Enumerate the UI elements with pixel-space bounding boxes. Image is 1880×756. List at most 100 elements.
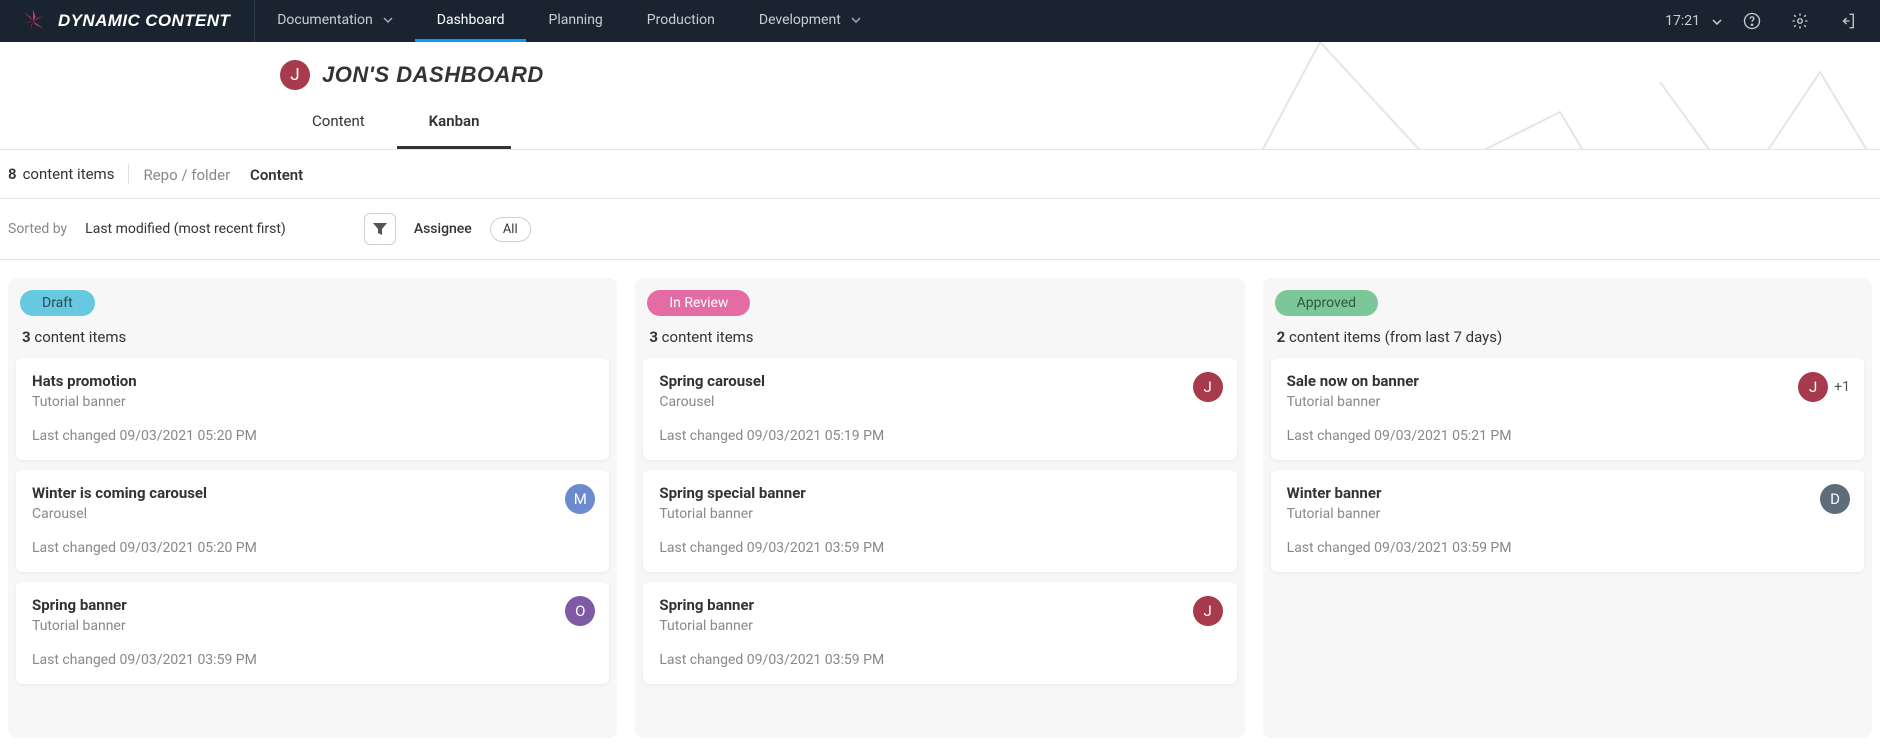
column-status-badge: In Review [647, 290, 750, 316]
total-count: 8 content items [8, 165, 114, 183]
brand[interactable]: DYNAMIC CONTENT [0, 0, 255, 42]
card-title: Spring banner [659, 596, 1220, 614]
nav-item-documentation[interactable]: Documentation [255, 0, 415, 42]
card-last-changed: Last changed 09/03/2021 03:59 PM [659, 652, 1220, 668]
card-last-changed: Last changed 09/03/2021 03:59 PM [32, 652, 593, 668]
card-assignees: O [565, 596, 595, 626]
breadcrumb: Repo / folder Content [143, 165, 303, 184]
tab-kanban[interactable]: Kanban [397, 104, 512, 149]
filter-icon [373, 223, 387, 235]
nav-item-label: Documentation [277, 12, 373, 28]
topbar-right: 17:21 [1665, 0, 1880, 42]
brand-logo-icon [20, 8, 46, 34]
chevron-down-icon [851, 17, 861, 23]
nav-item-planning[interactable]: Planning [526, 0, 624, 42]
card-last-changed: Last changed 09/03/2021 05:20 PM [32, 428, 593, 444]
kanban-card[interactable]: Hats promotion Tutorial banner Last change… [16, 358, 609, 460]
kanban-card[interactable]: Spring special bannerTutorial bannerLast… [643, 470, 1236, 572]
card-assignees: M [565, 484, 595, 514]
header-bg-art [1180, 42, 1880, 150]
column-count-number: 2 [1277, 328, 1286, 346]
card-type: Tutorial banner [1287, 394, 1848, 410]
main-nav: Documentation Dashboard Planning Production… [255, 0, 883, 42]
column-count: 3 content items [16, 328, 609, 358]
card-type: Tutorial banner [659, 506, 1220, 522]
kanban-card[interactable]: Sale now on banner Tutorial banner Last ch… [1271, 358, 1864, 460]
card-type: Tutorial banner [32, 394, 593, 410]
total-count-label: content items [23, 165, 115, 183]
kanban-column-draft: Draft 3 content items Hats promotion Tutori… [8, 278, 617, 738]
settings-button[interactable] [1782, 0, 1818, 42]
kanban-card[interactable]: Spring banner Tutorial banner Last changed… [16, 582, 609, 684]
card-title: Winter is coming carousel [32, 484, 593, 502]
card-assignees: J +1 [1798, 372, 1850, 402]
card-type: Tutorial banner [659, 618, 1220, 634]
breadcrumb-root[interactable]: Repo / folder [143, 166, 230, 184]
chevron-down-icon[interactable] [1712, 13, 1722, 29]
nav-item-label: Production [647, 12, 715, 28]
nav-item-label: Development [759, 12, 841, 28]
column-count-extra: (from last 7 days) [1385, 328, 1503, 346]
user-avatar[interactable]: J [280, 60, 310, 90]
kanban-card[interactable]: Spring banner Tutorial banner Last changed… [643, 582, 1236, 684]
avatar-letter: J [290, 65, 299, 85]
card-type: Tutorial banner [32, 618, 593, 634]
card-title: Hats promotion [32, 372, 593, 390]
column-status-badge: Approved [1275, 290, 1378, 316]
card-last-changed: Last changed 09/03/2021 05:19 PM [659, 428, 1220, 444]
logout-icon [1839, 12, 1857, 30]
nav-item-label: Planning [548, 12, 602, 28]
column-status-badge: Draft [20, 290, 95, 316]
nav-item-development[interactable]: Development [737, 0, 883, 42]
avatar[interactable]: J [1193, 596, 1223, 626]
breadcrumb-current: Content [250, 166, 303, 184]
logout-button[interactable] [1830, 0, 1866, 42]
total-count-number: 8 [8, 165, 17, 183]
assignee-all-chip[interactable]: All [490, 217, 531, 242]
sorted-by-value[interactable]: Last modified (most recent first) [85, 221, 286, 237]
nav-item-production[interactable]: Production [625, 0, 737, 42]
filter-button[interactable] [364, 213, 396, 245]
avatar[interactable]: J [1798, 372, 1828, 402]
divider [128, 164, 129, 184]
page-title: JON'S DASHBOARD [322, 62, 544, 88]
card-assignees: J [1193, 596, 1223, 626]
sorted-by-label: Sorted by [8, 221, 67, 237]
column-count-label: content items [662, 328, 754, 346]
avatar[interactable]: J [1193, 372, 1223, 402]
kanban-card[interactable]: Winter bannerTutorial bannerLast changed… [1271, 470, 1864, 572]
kanban-card[interactable]: Spring carouselCarouselLast changed 09/0… [643, 358, 1236, 460]
card-last-changed: Last changed 09/03/2021 05:20 PM [32, 540, 593, 556]
avatar[interactable]: D [1820, 484, 1850, 514]
card-type: Carousel [659, 394, 1220, 410]
kanban-card[interactable]: Winter is coming carouselCarouselLast ch… [16, 470, 609, 572]
card-title: Spring special banner [659, 484, 1220, 502]
page-header: J JON'S DASHBOARD ContentKanban [0, 42, 1880, 150]
avatar[interactable]: O [565, 596, 595, 626]
card-title: Winter banner [1287, 484, 1848, 502]
brand-name: DYNAMIC CONTENT [58, 11, 230, 31]
column-count: 3 content items [643, 328, 1236, 358]
avatar-overflow-count[interactable]: +1 [1834, 379, 1850, 395]
column-count: 2 content items (from last 7 days) [1271, 328, 1864, 358]
nav-item-dashboard[interactable]: Dashboard [415, 0, 527, 42]
nav-item-label: Dashboard [437, 12, 505, 28]
card-last-changed: Last changed 09/03/2021 05:21 PM [1287, 428, 1848, 444]
card-type: Tutorial banner [1287, 506, 1848, 522]
column-count-label: content items [1289, 328, 1381, 346]
column-count-number: 3 [649, 328, 658, 346]
card-title: Spring banner [32, 596, 593, 614]
kanban-board: Draft 3 content items Hats promotion Tutori… [0, 260, 1880, 756]
card-assignees: D [1820, 484, 1850, 514]
avatar[interactable]: M [565, 484, 595, 514]
chevron-down-icon [383, 17, 393, 23]
column-count-label: content items [34, 328, 126, 346]
assignee-label: Assignee [414, 221, 472, 237]
help-button[interactable] [1734, 0, 1770, 42]
column-count-number: 3 [22, 328, 31, 346]
gear-icon [1791, 12, 1809, 30]
card-title: Sale now on banner [1287, 372, 1848, 390]
tab-content[interactable]: Content [280, 104, 397, 149]
kanban-column-approved: Approved 2 content items (from last 7 day… [1263, 278, 1872, 738]
topbar: DYNAMIC CONTENT Documentation Dashboard Pl… [0, 0, 1880, 42]
